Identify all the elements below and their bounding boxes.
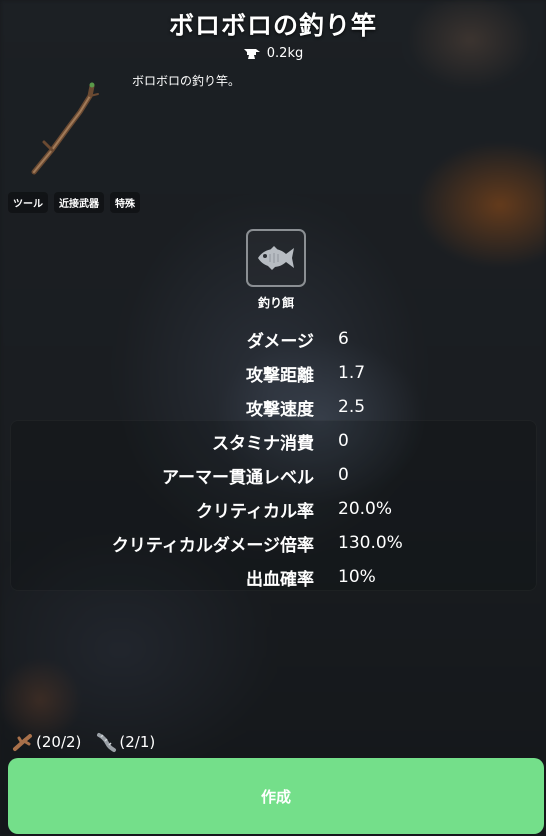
- stat-value: 130.0%: [338, 533, 403, 553]
- stick-rod-icon: [31, 82, 99, 175]
- stat-label: クリティカルダメージ倍率: [111, 535, 314, 556]
- stat-label: 攻撃距離: [246, 365, 314, 386]
- branch-icon: [13, 734, 32, 751]
- bait-slot[interactable]: [246, 229, 306, 287]
- stat-value: 10%: [338, 567, 376, 587]
- required-materials: (20/2) (2/1): [12, 731, 165, 753]
- stat-row-critical-damage: クリティカルダメージ倍率 130.0%: [0, 526, 546, 560]
- stats-table: ダメージ 6 攻撃距離 1.7 攻撃速度 2.5 スタミナ消費 0 アーマー貫通…: [0, 322, 546, 594]
- item-title: ボロボロの釣り竿: [168, 11, 377, 40]
- fish-icon: [258, 246, 294, 270]
- item-description: ボロボロの釣り竿。: [132, 74, 241, 88]
- material-count: (20/2): [36, 733, 82, 751]
- stat-row-damage: ダメージ 6: [0, 322, 546, 356]
- stat-value: 20.0%: [338, 499, 393, 519]
- stat-label: スタミナ消費: [212, 433, 314, 454]
- stat-row-critical-rate: クリティカル率 20.0%: [0, 492, 546, 526]
- stat-label: ダメージ: [246, 331, 314, 352]
- stat-label: 出血確率: [246, 569, 314, 590]
- stat-label: アーマー貫通レベル: [162, 467, 314, 488]
- item-detail-panel: ボロボロの釣り竿 0.2kg ボロボロの釣り竿。 ツール 近接武器 特殊 釣り餌…: [0, 0, 546, 836]
- tag-tool: ツール: [8, 192, 48, 213]
- stat-value: 6: [338, 329, 349, 349]
- bait-label: 釣り餌: [257, 296, 294, 310]
- fiber-icon: [97, 733, 117, 752]
- stat-value: 0: [338, 431, 349, 451]
- stat-label: 攻撃速度: [246, 399, 314, 420]
- craft-button[interactable]: 作成: [8, 758, 544, 834]
- stat-row-attack-speed: 攻撃速度 2.5: [0, 390, 546, 424]
- item-weight: 0.2kg: [0, 46, 546, 61]
- stat-row-stamina-cost: スタミナ消費 0: [0, 424, 546, 458]
- weight-value: 0.2kg: [266, 46, 304, 61]
- stat-label: クリティカル率: [196, 501, 314, 522]
- tag-melee-weapon: 近接武器: [54, 192, 104, 213]
- stat-row-bleed-chance: 出血確率 10%: [0, 560, 546, 594]
- material-fiber: (2/1): [95, 731, 155, 753]
- material-branch: (20/2): [12, 731, 81, 753]
- stat-row-attack-range: 攻撃距離 1.7: [0, 356, 546, 390]
- stat-value: 1.7: [338, 363, 366, 383]
- tag-special: 特殊: [110, 192, 140, 213]
- material-count: (2/1): [119, 733, 156, 751]
- stat-value: 2.5: [338, 397, 366, 417]
- anvil-icon: [243, 48, 260, 59]
- item-tags: ツール 近接武器 特殊: [8, 192, 140, 213]
- stat-value: 0: [338, 465, 349, 485]
- stat-row-armor-penetration: アーマー貫通レベル 0: [0, 458, 546, 492]
